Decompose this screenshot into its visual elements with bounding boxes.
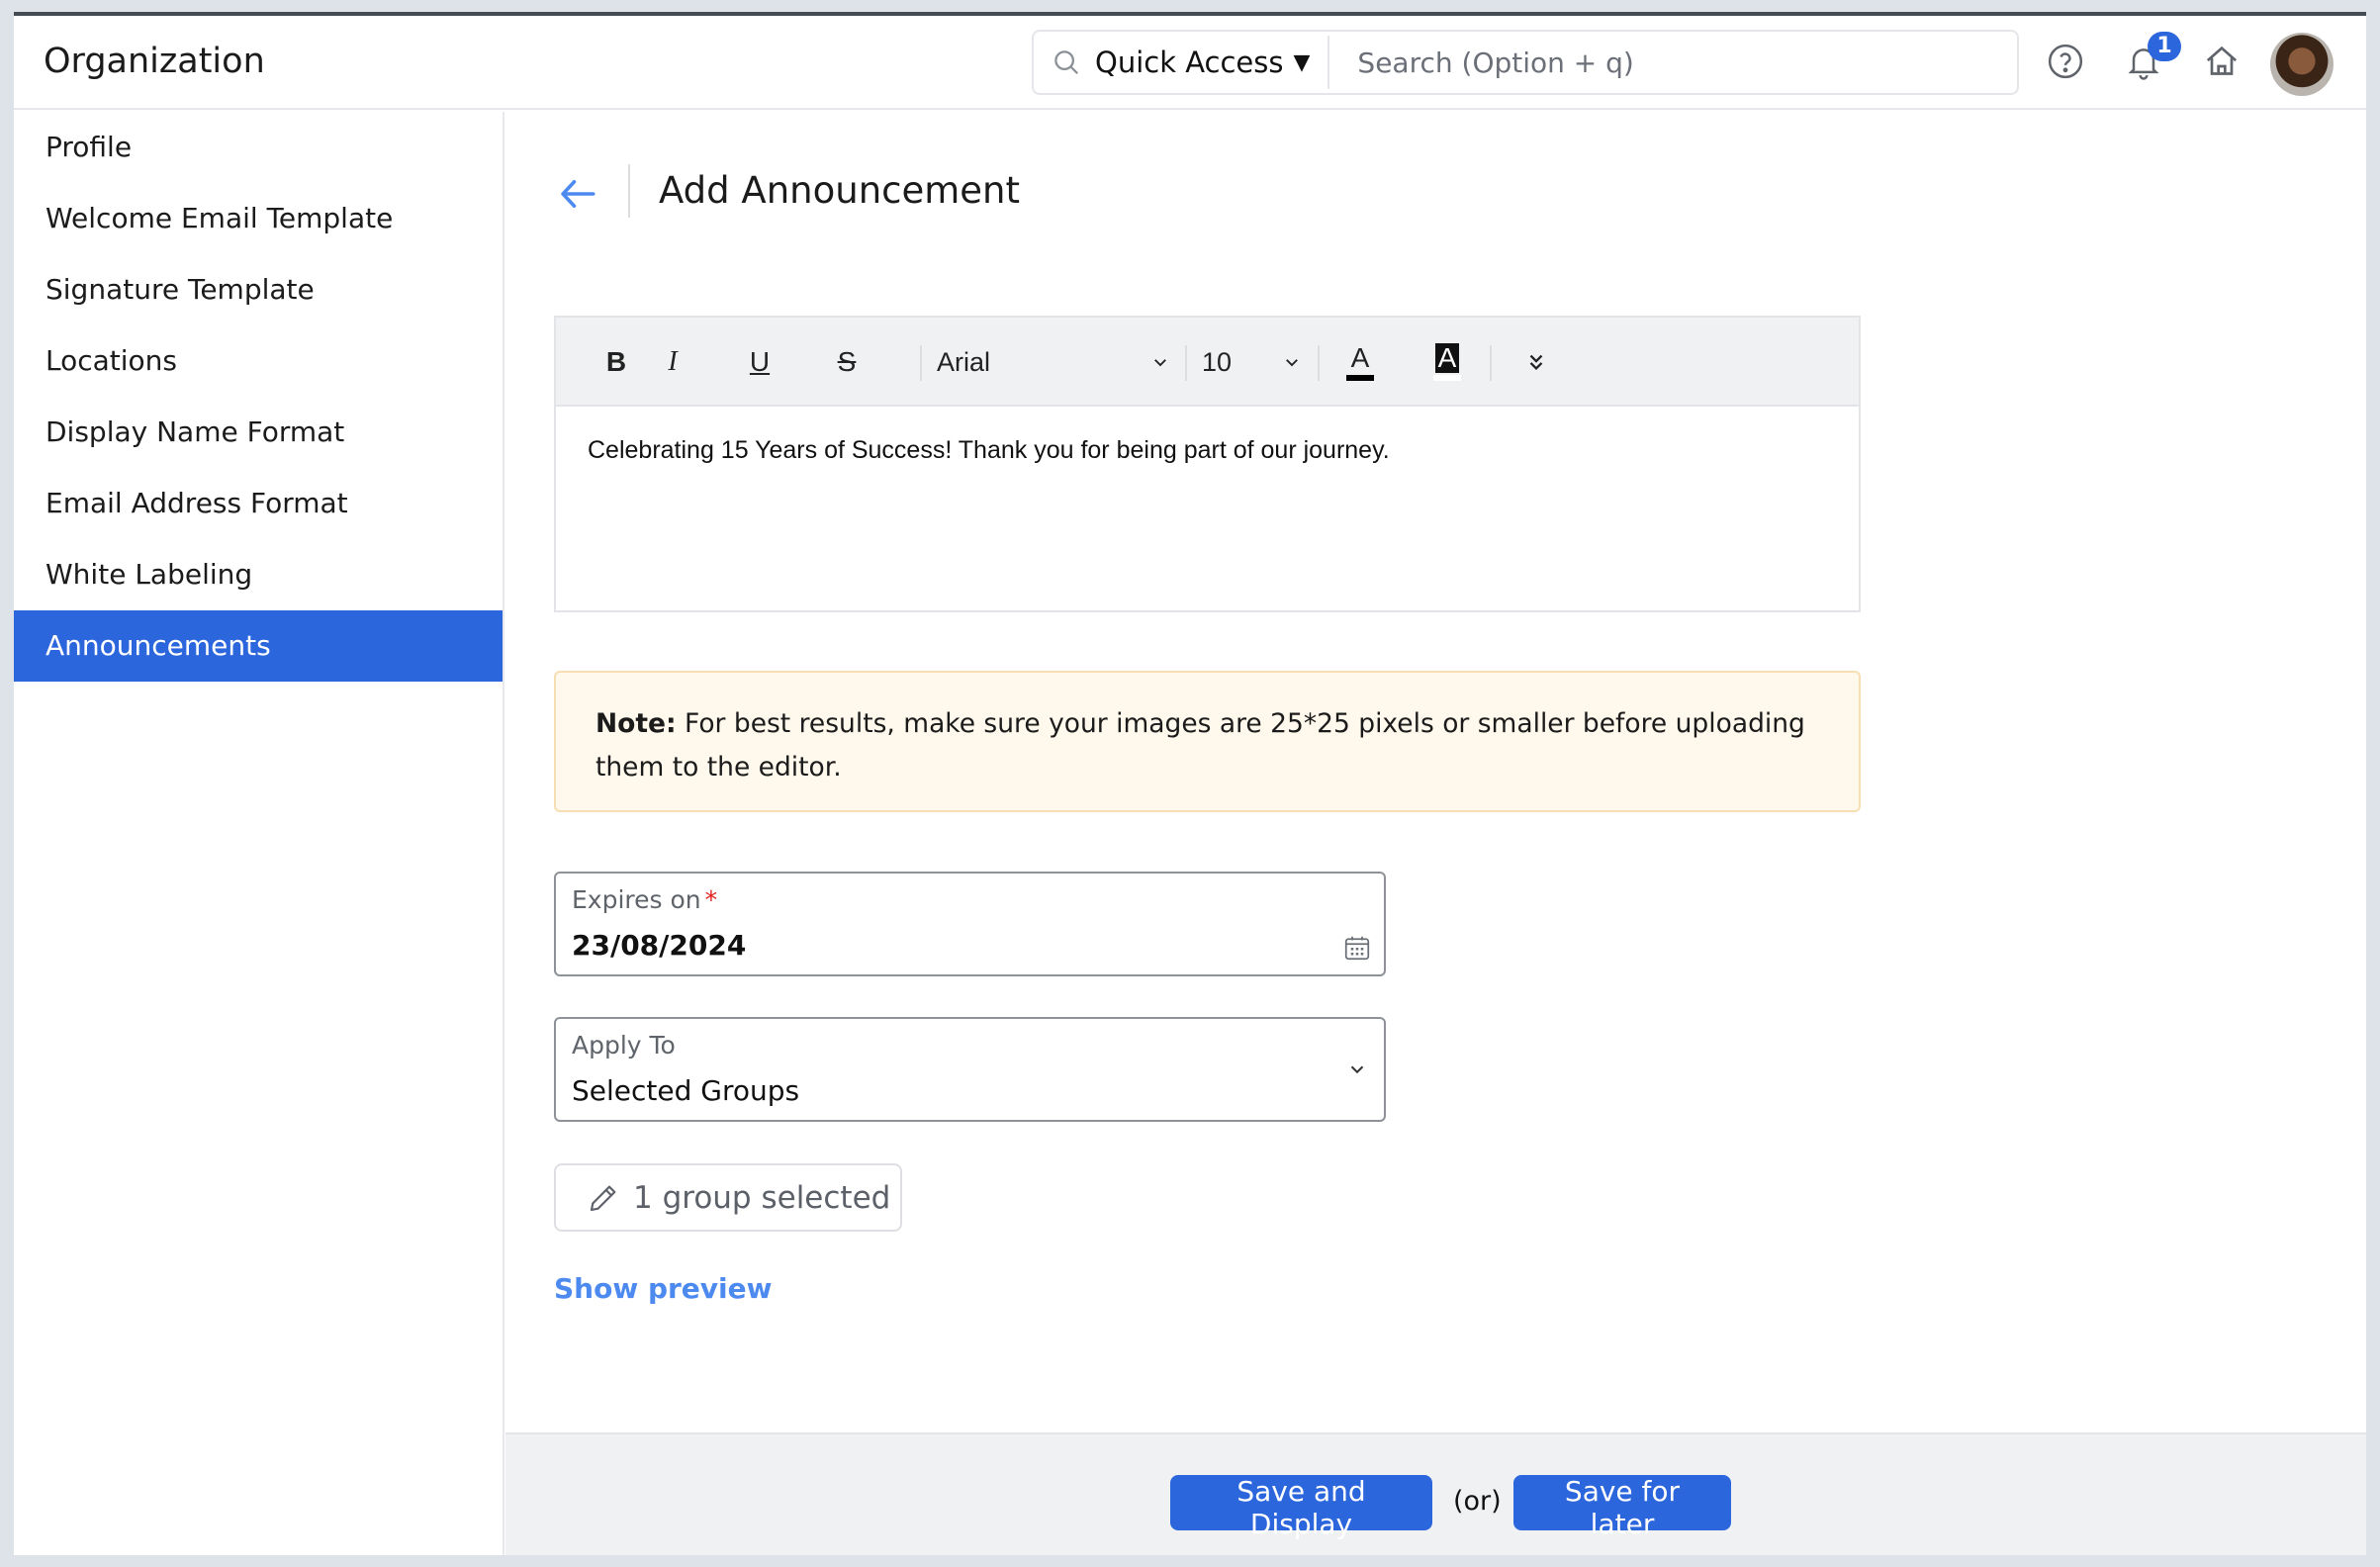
divider [1327, 36, 1330, 89]
strikethrough-button[interactable]: S [824, 339, 870, 385]
quick-access-dropdown[interactable]: Quick Access ▼ [1095, 46, 1310, 79]
note-banner: Note: For best results, make sure your i… [554, 671, 1861, 812]
text-color-button[interactable]: A [1340, 339, 1380, 385]
required-marker: * [704, 885, 718, 914]
quick-access-label: Quick Access [1095, 46, 1284, 79]
toolbar-divider [920, 345, 922, 381]
highlight-swatch [1433, 375, 1461, 381]
notification-badge: 1 [2148, 32, 2181, 61]
group-selected-label: 1 group selected [633, 1179, 891, 1216]
sidebar-item-signature-template[interactable]: Signature Template [14, 254, 503, 325]
sidebar-item-locations[interactable]: Locations [14, 325, 503, 397]
chevron-down-icon [1154, 359, 1166, 367]
font-size-value: 10 [1202, 346, 1233, 377]
note-label: Note: [595, 708, 677, 739]
sidebar-item-display-name-format[interactable]: Display Name Format [14, 397, 503, 468]
action-footer: Save and Display (or) Save for later [505, 1432, 2366, 1555]
more-options-icon[interactable] [1525, 351, 1547, 373]
help-icon[interactable] [2046, 42, 2085, 81]
pencil-icon [590, 1185, 616, 1211]
user-avatar[interactable] [2270, 33, 2334, 96]
title-divider [628, 164, 630, 218]
sidebar-item-white-labeling[interactable]: White Labeling [14, 539, 503, 610]
app-window: Organization Quick Access ▼ 1 [14, 12, 2366, 1555]
toolbar-divider [1185, 345, 1187, 381]
text-color-swatch [1346, 375, 1374, 381]
search-bar[interactable]: Quick Access ▼ [1032, 30, 2019, 95]
sidebar-item-email-address-format[interactable]: Email Address Format [14, 468, 503, 539]
app-title: Organization [44, 42, 265, 81]
italic-button[interactable]: I [650, 339, 695, 385]
apply-to-value: Selected Groups [572, 1074, 800, 1107]
bold-button[interactable]: B [594, 339, 639, 385]
toolbar-divider [1318, 345, 1320, 381]
underline-button[interactable]: U [737, 339, 782, 385]
expires-on-field[interactable]: Expires on * 23/08/2024 [554, 872, 1386, 976]
rich-text-editor: B I U S Arial 10 A A Celebrating 15 Year… [554, 316, 1861, 612]
editor-toolbar: B I U S Arial 10 A A [556, 318, 1859, 407]
apply-to-select[interactable]: Apply To Selected Groups [554, 1017, 1386, 1122]
home-icon[interactable] [2202, 42, 2242, 81]
editor-content[interactable]: Celebrating 15 Years of Success! Thank y… [556, 407, 1859, 495]
back-arrow-icon[interactable] [557, 173, 598, 215]
font-family-select[interactable]: Arial [937, 339, 1169, 385]
save-and-display-button[interactable]: Save and Display [1170, 1475, 1432, 1540]
chevron-down-icon [1286, 359, 1298, 367]
caret-down-icon: ▼ [1293, 49, 1311, 75]
apply-to-label: Apply To [572, 1031, 676, 1060]
chevron-down-icon [1350, 1065, 1364, 1074]
sidebar-item-profile[interactable]: Profile [14, 112, 503, 183]
save-for-later-button[interactable]: Save for later [1513, 1475, 1731, 1540]
search-icon [1054, 50, 1079, 75]
edit-groups-button[interactable]: 1 group selected [554, 1163, 902, 1232]
show-preview-link[interactable]: Show preview [554, 1272, 773, 1305]
main-content: Add Announcement B I U S Arial 10 A A Ce… [505, 112, 2366, 1555]
text-color-icon: A [1350, 342, 1370, 373]
note-text: For best results, make sure your images … [595, 708, 1805, 783]
calendar-icon[interactable] [1342, 933, 1372, 963]
expires-on-label: Expires on * [572, 885, 718, 914]
search-input[interactable] [1357, 38, 2017, 87]
sidebar-item-welcome-email-template[interactable]: Welcome Email Template [14, 183, 503, 254]
font-family-value: Arial [937, 346, 991, 377]
toolbar-divider [1490, 345, 1492, 381]
sidebar: Profile Welcome Email Template Signature… [14, 112, 504, 1555]
page-title: Add Announcement [659, 169, 1021, 212]
sidebar-item-announcements[interactable]: Announcements [14, 610, 503, 682]
font-size-select[interactable]: 10 [1202, 339, 1301, 385]
highlight-color-button[interactable]: A [1427, 339, 1467, 385]
expires-on-value: 23/08/2024 [572, 929, 747, 962]
top-header: Organization Quick Access ▼ 1 [14, 16, 2366, 110]
highlight-icon: A [1434, 343, 1460, 373]
or-separator: (or) [1453, 1486, 1502, 1517]
